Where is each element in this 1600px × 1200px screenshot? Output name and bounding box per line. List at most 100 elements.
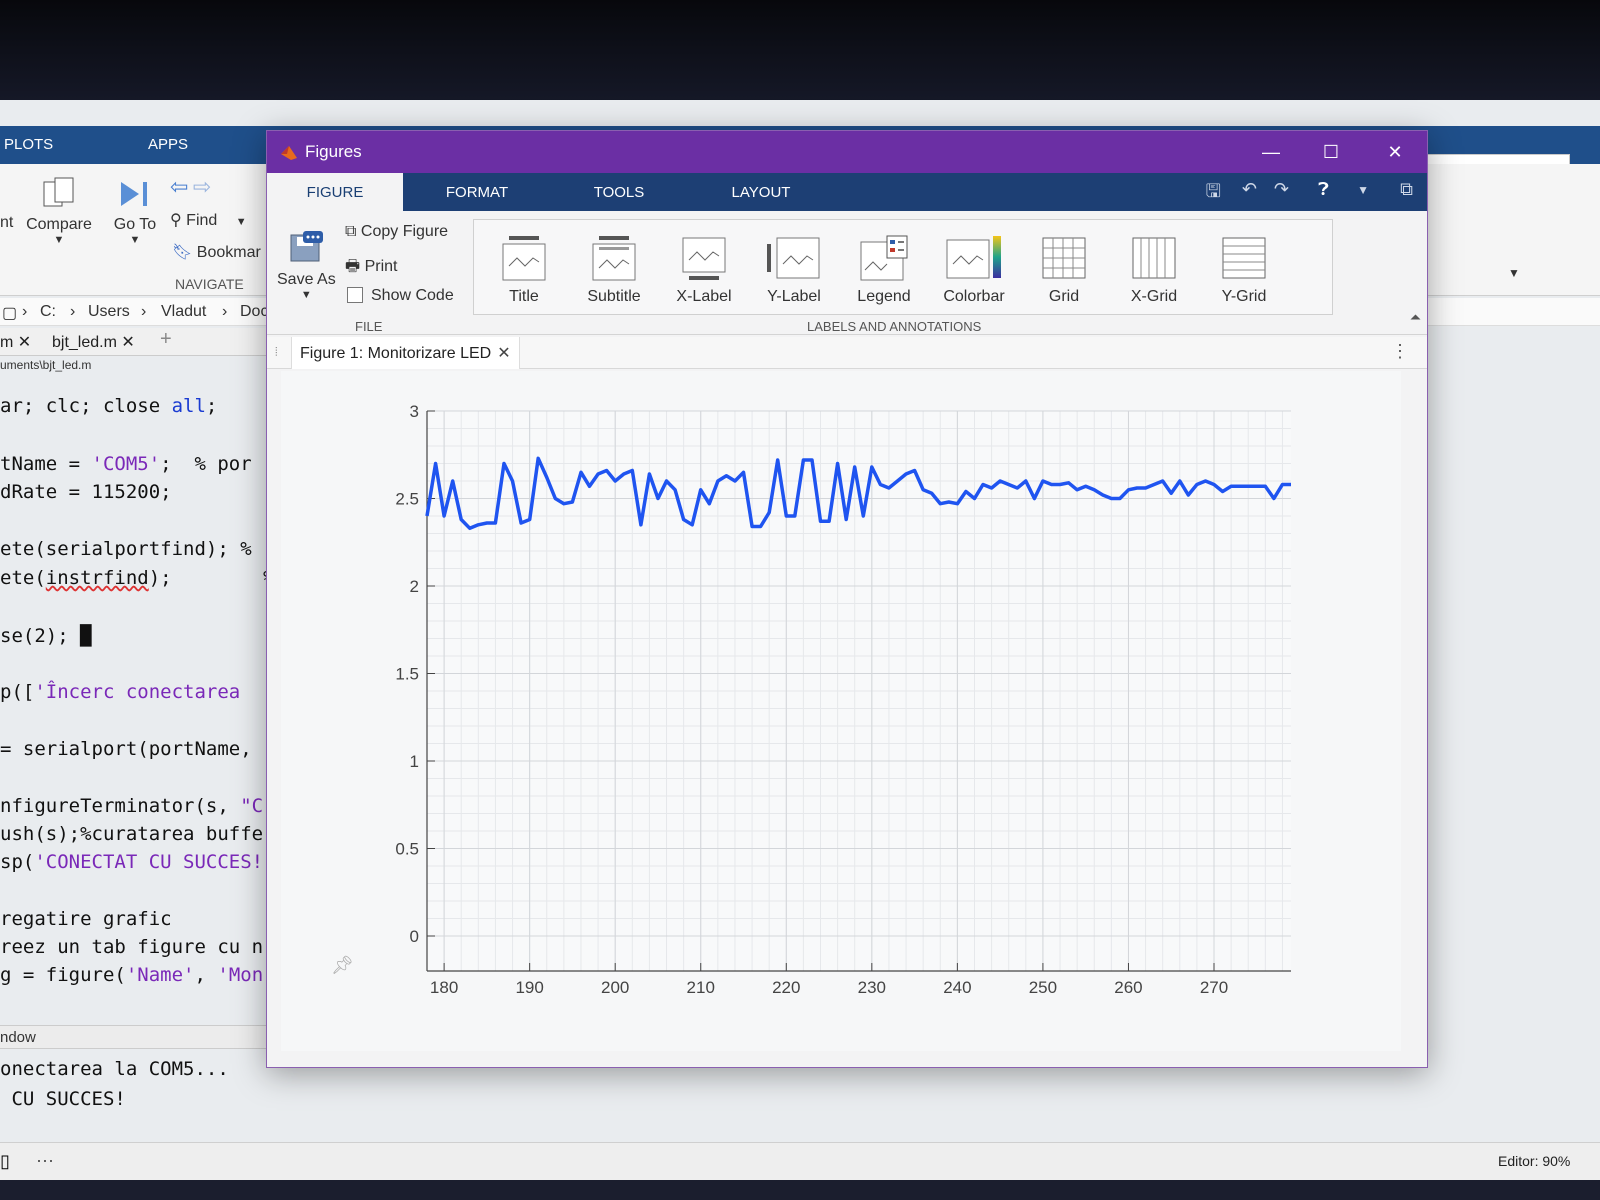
help-icon[interactable]: ❓︎ xyxy=(1318,179,1329,200)
code-token: reez un tab figure cu n xyxy=(0,936,264,958)
chevron-down-icon[interactable]: ▼ xyxy=(1357,183,1369,197)
forward-arrow-icon[interactable]: ⇨ xyxy=(193,174,211,199)
title-button-label: Title xyxy=(509,288,539,305)
subtitle-button[interactable]: Subtitle xyxy=(570,234,658,306)
tab-layout[interactable]: LAYOUT xyxy=(691,173,831,211)
bookmark-button[interactable]: 🔖︎ Bookmar xyxy=(172,242,261,262)
status-bar: ▯ ⋯ Editor: 90% xyxy=(0,1142,1600,1180)
code-token: █ xyxy=(80,625,92,647)
collapse-ribbon-icon[interactable]: ⏶ xyxy=(1410,309,1421,326)
code-line: = serialport(portName, xyxy=(0,738,252,760)
checkbox-icon[interactable] xyxy=(347,287,363,303)
print-button[interactable]: 🖶︎ Print xyxy=(345,255,397,282)
editor-tab[interactable]: m ✕ xyxy=(0,332,31,352)
find-button[interactable]: ⚲ Find ▼ xyxy=(170,210,247,230)
x-tick-label: 250 xyxy=(1029,978,1057,997)
bookmark-label: Bookmar xyxy=(196,244,261,261)
code-line: tName = 'COM5'; % por xyxy=(0,453,252,475)
redo-icon[interactable]: ↷ xyxy=(1274,179,1289,200)
title-icon xyxy=(502,236,546,281)
editor-tab-active[interactable]: bjt_led.m ✕ xyxy=(52,332,135,352)
y-label-button[interactable]: Y-Label xyxy=(750,234,838,306)
minimize-button[interactable]: — xyxy=(1245,137,1297,167)
y-grid-button[interactable]: Y-Grid xyxy=(1200,234,1288,306)
x-tick-label: 210 xyxy=(687,978,715,997)
compare-button[interactable]: Compare ▼ xyxy=(24,176,94,246)
undo-icon[interactable]: ↶ xyxy=(1242,179,1257,200)
x-tick-label: 240 xyxy=(943,978,971,997)
labels-annotations-group: Title Subtitle X-Label Y-Label Legend Co… xyxy=(473,219,1520,315)
show-code-checkbox[interactable]: Show Code xyxy=(347,287,454,305)
code-token: , xyxy=(194,964,218,986)
code-line: se(2); █ xyxy=(0,625,92,647)
code-token: ; % por xyxy=(160,453,252,475)
tab-plots[interactable]: PLOTS xyxy=(4,136,53,153)
x-grid-button[interactable]: X-Grid xyxy=(1110,234,1198,306)
window-title-bar[interactable]: Figures — ☐ ✕ xyxy=(267,131,1427,173)
chevron-down-icon: ▼ xyxy=(235,216,247,228)
more-options-icon[interactable]: ⋮ xyxy=(1391,341,1409,362)
close-icon[interactable]: ✕ xyxy=(18,334,31,351)
x-label-icon xyxy=(682,237,726,280)
pin-icon[interactable]: 📌︎ xyxy=(331,955,354,976)
close-icon[interactable]: ✕ xyxy=(121,334,134,351)
maximize-button[interactable]: ☐ xyxy=(1305,137,1357,167)
code-line: sp('CONECTAT CU SUCCES! xyxy=(0,851,263,873)
more-icon[interactable]: ⋯ xyxy=(36,1151,54,1172)
cut-button[interactable]: nt xyxy=(0,214,13,232)
close-button[interactable]: ✕ xyxy=(1369,137,1421,167)
magnifier-icon: ⚲ xyxy=(170,212,182,229)
code-line: ete(serialportfind); % xyxy=(0,538,252,560)
back-forward-buttons[interactable]: ⇦ ⇨ xyxy=(170,174,211,200)
plot-area[interactable]: 180 190 200 210 220 230 240 250 260 270 0 0.5 1 1.5 2 2… xyxy=(281,371,1401,1051)
code-token: ete(serialportfind); % xyxy=(0,538,252,560)
title-button[interactable]: Title xyxy=(480,234,568,306)
panel-icon[interactable]: ▯ xyxy=(0,1151,10,1172)
breadcrumb-item[interactable]: Users xyxy=(88,303,130,321)
legend-button[interactable]: Legend xyxy=(840,234,928,306)
save-as-button[interactable]: Save As ▼ xyxy=(277,229,336,301)
add-tab-icon[interactable]: + xyxy=(160,328,172,351)
figure-document-tab[interactable]: Figure 1: Monitorizare LED ✕ xyxy=(291,337,520,369)
undock-icon[interactable]: ⧉ xyxy=(1400,179,1413,200)
code-token: regatire grafic xyxy=(0,908,172,930)
code-token: ush(s);%curatarea buffe xyxy=(0,823,264,845)
y-grid-button-label: Y-Grid xyxy=(1221,288,1267,305)
code-token: g = figure( xyxy=(0,964,126,986)
goto-button[interactable]: Go To ▼ xyxy=(110,176,160,246)
legend-button-label: Legend xyxy=(857,288,911,305)
breadcrumb-item[interactable]: Doc xyxy=(240,303,268,321)
chevron-down-icon[interactable]: ▼ xyxy=(1508,266,1520,280)
colorbar-button[interactable]: Colorbar xyxy=(930,234,1018,306)
grid-button[interactable]: Grid xyxy=(1020,234,1108,306)
printer-icon: 🖶︎ xyxy=(345,258,361,275)
figure-ribbon: Save As ▼ ⧉ Copy Figure 🖶︎ Print Show Co… xyxy=(267,211,1520,335)
command-output-line: onectarea la COM5... xyxy=(0,1058,229,1080)
x-tick-label: 260 xyxy=(1114,978,1142,997)
colorbar-icon xyxy=(946,236,1001,279)
tab-apps[interactable]: APPS xyxy=(148,136,188,153)
close-icon[interactable]: ✕ xyxy=(497,345,510,362)
breadcrumb-item[interactable]: C: xyxy=(40,303,56,321)
tab-figure[interactable]: FIGURE xyxy=(267,173,403,211)
code-token: tName = xyxy=(0,453,92,475)
breadcrumb-item[interactable]: Vladut xyxy=(161,303,206,321)
chevron-down-icon: ▼ xyxy=(129,234,141,246)
x-tick-label: 190 xyxy=(515,978,543,997)
grip-icon[interactable]: ⦙ xyxy=(275,345,278,360)
code-token: 'Name' xyxy=(125,964,195,986)
copy-figure-button[interactable]: ⧉ Copy Figure xyxy=(345,223,448,241)
annotations-group-label: LABELS AND ANNOTATIONS xyxy=(807,319,982,334)
code-token: ; xyxy=(205,395,218,417)
back-arrow-icon[interactable]: ⇦ xyxy=(170,174,188,199)
save-icon[interactable]: 🖫︎ xyxy=(1206,179,1221,209)
copy-icon: ⧉ xyxy=(345,223,357,240)
code-token: sp( xyxy=(0,851,35,873)
code-line: reez un tab figure cu n xyxy=(0,936,263,958)
x-label-button[interactable]: X-Label xyxy=(660,234,748,306)
tab-tools[interactable]: TOOLS xyxy=(549,173,689,211)
colorbar-button-label: Colorbar xyxy=(943,288,1005,305)
tab-format[interactable]: FORMAT xyxy=(407,173,547,211)
line-chart[interactable]: 180 190 200 210 220 230 240 250 260 270 0 0.5 1 1.5 2 2… xyxy=(281,371,1401,1051)
code-token: p([ xyxy=(0,681,35,703)
